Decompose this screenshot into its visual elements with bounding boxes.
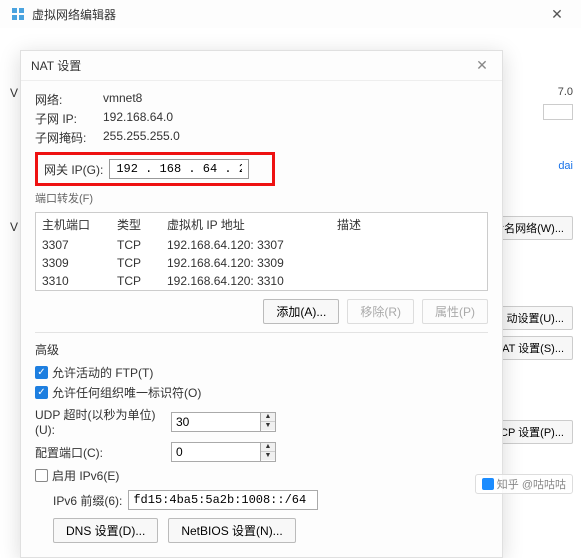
bg-letter-2: V: [10, 220, 18, 234]
bottom-buttons: DNS 设置(D)... NetBIOS 设置(N)...: [53, 518, 488, 543]
bg-dhcp-button[interactable]: 动设置(U)...: [498, 306, 573, 330]
outer-titlebar: 虚拟网络编辑器 ✕: [0, 0, 581, 28]
udp-timeout-field: ▲▼: [171, 412, 276, 432]
org-checkbox[interactable]: ✓: [35, 386, 48, 399]
spin-up-icon[interactable]: ▲: [261, 443, 275, 452]
port-forward-table: 主机端口 类型 虚拟机 IP 地址 描述 3307 TCP 192.168.64…: [35, 212, 488, 291]
add-button[interactable]: 添加(A)...: [263, 299, 339, 324]
network-value: vmnet8: [103, 91, 142, 108]
dialog-close-button[interactable]: ✕: [472, 57, 492, 74]
app-icon: [10, 6, 26, 22]
table-header: 主机端口 类型 虚拟机 IP 地址 描述: [36, 213, 487, 236]
udp-timeout-row: UDP 超时(以秒为单位)(U): ▲▼: [35, 406, 488, 437]
ftp-label: 允许活动的 FTP(T): [52, 364, 153, 381]
ipv6-checkbox[interactable]: [35, 469, 48, 482]
bg-letter: V: [10, 86, 18, 100]
bg-input-fragment: [543, 104, 573, 120]
bg-dai-fragment: dai: [558, 160, 573, 172]
ftp-checkbox-row[interactable]: ✓ 允许活动的 FTP(T): [35, 364, 488, 381]
advanced-title: 高级: [35, 341, 488, 358]
subnet-ip-row: 子网 IP: 192.168.64.0: [35, 110, 488, 127]
watermark: 知乎 @咕咕咕: [475, 474, 573, 494]
dialog-body: 网络: vmnet8 子网 IP: 192.168.64.0 子网掩码: 255…: [21, 81, 502, 557]
org-label: 允许任何组织唯一标识符(O): [52, 384, 201, 401]
table-buttons: 添加(A)... 移除(R) 属性(P): [35, 299, 488, 324]
properties-button[interactable]: 属性(P): [422, 299, 488, 324]
col-host-header: 主机端口: [42, 216, 117, 233]
ftp-checkbox[interactable]: ✓: [35, 366, 48, 379]
config-port-input[interactable]: [171, 442, 261, 462]
cfg-spinner[interactable]: ▲▼: [261, 442, 276, 462]
separator: [35, 332, 488, 333]
netbios-settings-button[interactable]: NetBIOS 设置(N)...: [168, 518, 295, 543]
ipv6-enable-label: 启用 IPv6(E): [52, 467, 119, 484]
col-vm-header: 虚拟机 IP 地址: [167, 216, 337, 233]
udp-timeout-label: UDP 超时(以秒为单位)(U):: [35, 406, 165, 437]
ipv6-prefix-row: IPv6 前缀(6):: [53, 490, 488, 510]
ipv6-prefix-label: IPv6 前缀(6):: [53, 492, 122, 509]
spin-down-icon[interactable]: ▼: [261, 452, 275, 460]
dialog-title: NAT 设置: [31, 57, 472, 74]
config-port-label: 配置端口(C):: [35, 444, 165, 461]
gateway-input[interactable]: [109, 159, 249, 179]
udp-spinner[interactable]: ▲▼: [261, 412, 276, 432]
col-desc-header: 描述: [337, 216, 481, 233]
table-row[interactable]: 3309 TCP 192.168.64.120: 3309: [36, 254, 487, 272]
network-row: 网络: vmnet8: [35, 91, 488, 108]
bg-cp-button[interactable]: CP 设置(P)...: [491, 420, 573, 444]
dns-settings-button[interactable]: DNS 设置(D)...: [53, 518, 158, 543]
subnet-ip-label: 子网 IP:: [35, 110, 103, 127]
col-type-header: 类型: [117, 216, 167, 233]
org-checkbox-row[interactable]: ✓ 允许任何组织唯一标识符(O): [35, 384, 488, 401]
zhihu-icon: [482, 478, 494, 490]
spin-down-icon[interactable]: ▼: [261, 422, 275, 430]
udp-timeout-input[interactable]: [171, 412, 261, 432]
config-port-row: 配置端口(C): ▲▼: [35, 442, 488, 462]
dialog-titlebar: NAT 设置 ✕: [21, 51, 502, 81]
ipv6-prefix-input[interactable]: [128, 490, 318, 510]
table-row[interactable]: 3310 TCP 192.168.64.120: 3310: [36, 272, 487, 290]
network-label: 网络:: [35, 91, 103, 108]
gateway-highlight-box: 网关 IP(G):: [35, 152, 275, 186]
subnet-ip-value: 192.168.64.0: [103, 110, 173, 127]
subnet-mask-row: 子网掩码: 255.255.255.0: [35, 129, 488, 146]
table-row[interactable]: 3307 TCP 192.168.64.120: 3307: [36, 236, 487, 254]
ipv6-checkbox-row[interactable]: 启用 IPv6(E): [35, 467, 488, 484]
remove-button[interactable]: 移除(R): [347, 299, 414, 324]
watermark-text: 知乎 @咕咕咕: [497, 476, 566, 492]
subnet-mask-value: 255.255.255.0: [103, 129, 180, 146]
gateway-label: 网关 IP(G):: [44, 161, 103, 178]
nat-settings-dialog: NAT 设置 ✕ 网络: vmnet8 子网 IP: 192.168.64.0 …: [20, 50, 503, 558]
outer-window-title: 虚拟网络编辑器: [32, 6, 543, 23]
outer-close-button[interactable]: ✕: [543, 6, 571, 23]
config-port-field: ▲▼: [171, 442, 276, 462]
spin-up-icon[interactable]: ▲: [261, 413, 275, 422]
port-forward-label: 端口转发(F): [35, 190, 488, 206]
bg-ip-fragment: 7.0: [558, 86, 573, 98]
subnet-mask-label: 子网掩码:: [35, 129, 103, 146]
